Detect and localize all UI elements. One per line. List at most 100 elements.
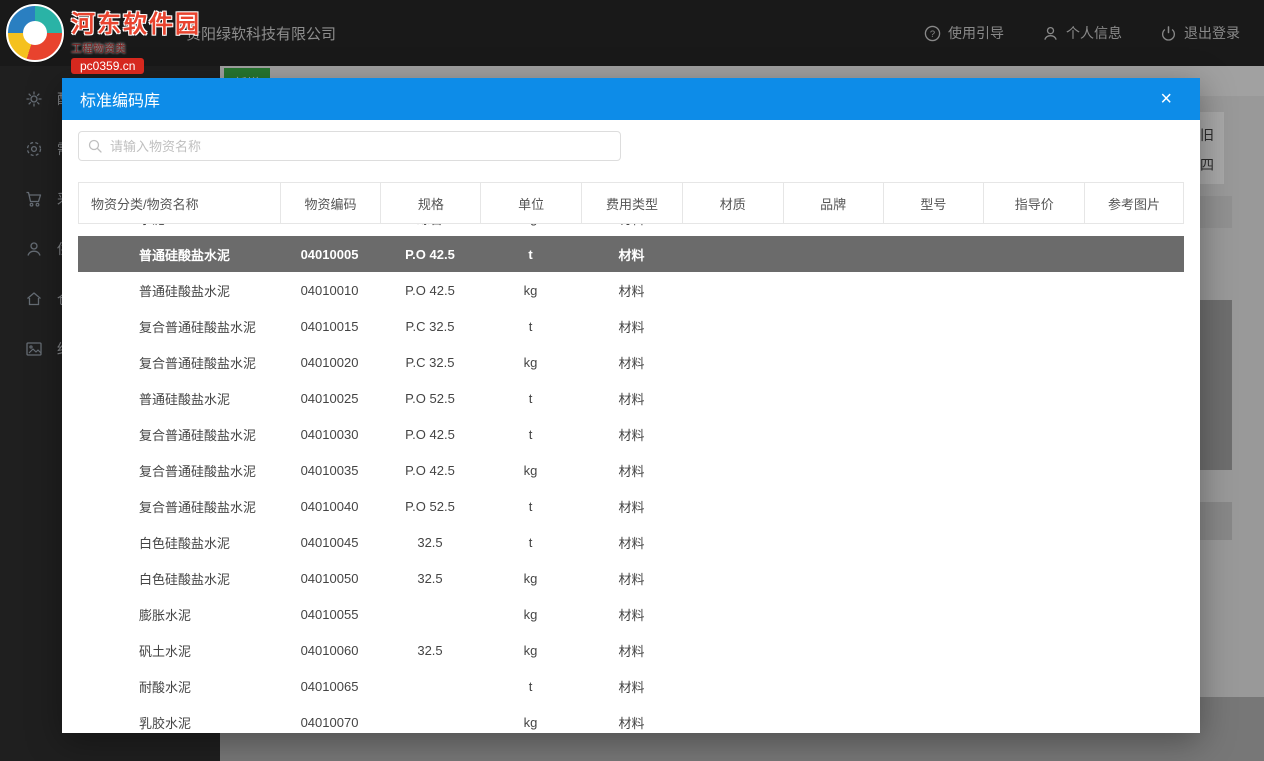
cell-code: 04010020	[279, 355, 380, 370]
table-row[interactable]: 复合普通硅酸盐水泥04010015P.C 32.5t材料	[78, 308, 1184, 344]
close-icon[interactable]: ×	[1160, 89, 1172, 109]
cell-name: 矾土水泥	[78, 641, 279, 660]
cell-unit: kg	[480, 283, 581, 298]
table-row[interactable]: 复合普通硅酸盐水泥04010020P.C 32.5kg材料	[78, 344, 1184, 380]
cell-name: 普通硅酸盐水泥	[78, 245, 279, 264]
cell-spec: 32.5	[380, 535, 480, 550]
cell-unit: t	[480, 427, 581, 442]
table-row[interactable]: 复合普通硅酸盐水泥04010035P.O 42.5kg材料	[78, 452, 1184, 488]
table-row[interactable]: 耐酸水泥04010065 t材料	[78, 668, 1184, 704]
cell-name: 膨胀水泥	[78, 605, 279, 624]
column-header-spec: 规格	[380, 183, 480, 223]
cell-unit: kg	[480, 224, 581, 226]
cell-cost_type: 材料	[581, 497, 682, 516]
cell-unit: kg	[480, 463, 581, 478]
table-body: 水泥04010001综合kg材料普通硅酸盐水泥04010005P.O 42.5t…	[78, 224, 1184, 733]
cell-unit: kg	[480, 643, 581, 658]
column-header-ref_image: 参考图片	[1084, 183, 1183, 223]
cell-code: 04010025	[279, 391, 380, 406]
cell-cost_type: 材料	[581, 317, 682, 336]
table-row[interactable]: 水泥04010001综合kg材料	[78, 224, 1184, 236]
cell-spec: P.O 42.5	[380, 247, 480, 262]
modal-body: 物资分类/物资名称物资编码规格单位费用类型材质品牌型号指导价参考图片 水泥040…	[62, 131, 1200, 733]
cell-code: 04010010	[279, 283, 380, 298]
table-row[interactable]: 普通硅酸盐水泥04010025P.O 52.5t材料	[78, 380, 1184, 416]
cell-spec: P.O 42.5	[380, 427, 480, 442]
cell-spec: P.O 52.5	[380, 391, 480, 406]
cell-unit: t	[480, 247, 581, 262]
app: 贵阳绿软科技有限公司 ?使用引导个人信息退出登录 配需采供仓结 新增 旧 计四 …	[0, 0, 1264, 761]
cell-cost_type: 材料	[581, 281, 682, 300]
cell-spec: P.O 42.5	[380, 463, 480, 478]
cell-code: 04010015	[279, 319, 380, 334]
cell-unit: t	[480, 499, 581, 514]
table-row[interactable]: 矾土水泥0401006032.5kg材料	[78, 632, 1184, 668]
cell-name: 普通硅酸盐水泥	[78, 389, 279, 408]
cell-code: 04010070	[279, 715, 380, 730]
cell-spec: 32.5	[380, 643, 480, 658]
table-header: 物资分类/物资名称物资编码规格单位费用类型材质品牌型号指导价参考图片	[78, 182, 1184, 224]
search-icon	[87, 138, 103, 154]
table-row[interactable]: 乳胶水泥04010070kg材料	[78, 704, 1184, 733]
cell-name: 水泥	[78, 224, 279, 228]
cell-name: 复合普通硅酸盐水泥	[78, 461, 279, 480]
cell-cost_type: 材料	[581, 389, 682, 408]
table-row[interactable]: 膨胀水泥04010055 kg材料	[78, 596, 1184, 632]
cell-unit: t	[480, 679, 581, 694]
cell-unit: t	[480, 535, 581, 550]
cell-unit: t	[480, 391, 581, 406]
cell-cost_type: 材料	[581, 461, 682, 480]
cell-cost_type: 材料	[581, 569, 682, 588]
cell-spec: P.O 52.5	[380, 499, 480, 514]
cell-name: 耐酸水泥	[78, 677, 279, 696]
cell-name: 复合普通硅酸盐水泥	[78, 317, 279, 336]
cell-code: 04010001	[279, 224, 380, 226]
cell-name: 普通硅酸盐水泥	[78, 281, 279, 300]
cell-spec: P.O 42.5	[380, 283, 480, 298]
cell-code: 04010060	[279, 643, 380, 658]
search-box	[78, 131, 621, 161]
cell-code: 04010065	[279, 679, 380, 694]
table-row[interactable]: 普通硅酸盐水泥04010005P.O 42.5t材料	[78, 236, 1184, 272]
cell-cost_type: 材料	[581, 245, 682, 264]
cell-cost_type: 材料	[581, 533, 682, 552]
cell-code: 04010045	[279, 535, 380, 550]
table-row[interactable]: 复合普通硅酸盐水泥04010040P.O 52.5t材料	[78, 488, 1184, 524]
cell-code: 04010040	[279, 499, 380, 514]
cell-code: 04010005	[279, 247, 380, 262]
table-row[interactable]: 普通硅酸盐水泥04010010P.O 42.5kg材料	[78, 272, 1184, 308]
cell-name: 白色硅酸盐水泥	[78, 533, 279, 552]
cell-cost_type: 材料	[581, 605, 682, 624]
column-header-unit: 单位	[480, 183, 581, 223]
column-header-brand: 品牌	[783, 183, 883, 223]
cell-name: 乳胶水泥	[78, 713, 279, 732]
column-header-model: 型号	[883, 183, 984, 223]
cell-cost_type: 材料	[581, 425, 682, 444]
table-row[interactable]: 白色硅酸盐水泥0401004532.5t材料	[78, 524, 1184, 560]
modal-title: 标准编码库	[80, 87, 1160, 111]
column-header-material: 材质	[682, 183, 783, 223]
cell-unit: kg	[480, 607, 581, 622]
modal-standard-code-library: 标准编码库 × 物资分类/物资名称物资编码规格单位费用类型材质品牌型号指导价参考…	[62, 78, 1200, 733]
search-input[interactable]	[78, 131, 621, 161]
cell-unit: t	[480, 319, 581, 334]
cell-unit: kg	[480, 571, 581, 586]
cell-name: 复合普通硅酸盐水泥	[78, 497, 279, 516]
cell-code: 04010030	[279, 427, 380, 442]
cell-code: 04010035	[279, 463, 380, 478]
modal-header: 标准编码库 ×	[62, 78, 1200, 120]
column-header-guide_price: 指导价	[983, 183, 1084, 223]
cell-code: 04010055	[279, 607, 380, 622]
table-row[interactable]: 白色硅酸盐水泥0401005032.5kg材料	[78, 560, 1184, 596]
cell-spec: P.C 32.5	[380, 355, 480, 370]
column-header-code: 物资编码	[280, 183, 381, 223]
cell-unit: kg	[480, 355, 581, 370]
cell-unit: kg	[480, 715, 581, 730]
column-header-cost_type: 费用类型	[581, 183, 682, 223]
cell-cost_type: 材料	[581, 677, 682, 696]
cell-cost_type: 材料	[581, 641, 682, 660]
column-header-name: 物资分类/物资名称	[79, 183, 280, 223]
cell-spec: 综合	[380, 224, 480, 228]
table-row[interactable]: 复合普通硅酸盐水泥04010030P.O 42.5t材料	[78, 416, 1184, 452]
cell-cost_type: 材料	[581, 353, 682, 372]
